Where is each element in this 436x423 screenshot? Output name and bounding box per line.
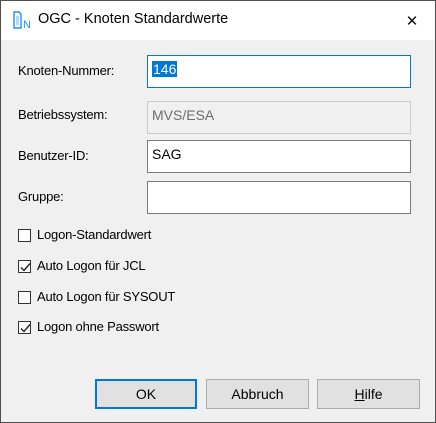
auto-logon-sysout-label: Auto Logon für SYSOUT — [37, 289, 176, 304]
auto-logon-jcl-label: Auto Logon für JCL — [37, 258, 146, 273]
svg-text:N: N — [23, 19, 31, 30]
node-number-value: 146 — [152, 61, 178, 77]
group-label: Gruppe: — [18, 189, 64, 204]
ok-button-label: OK — [135, 386, 157, 402]
cancel-button[interactable]: Abbruch — [206, 379, 309, 409]
operating-system-field: MVS/ESA — [147, 101, 411, 134]
ogc-node-icon: N — [13, 10, 35, 31]
operating-system-value: MVS/ESA — [152, 107, 215, 123]
logon-without-password-label: Logon ohne Passwort — [37, 319, 159, 334]
help-button-label: Hilfe — [354, 386, 382, 402]
window-title: OGC - Knoten Standardwerte — [38, 11, 229, 27]
user-id-input[interactable]: SAG — [147, 140, 411, 173]
cancel-button-label: Abbruch — [231, 386, 284, 402]
logon-default-checkbox[interactable] — [18, 229, 31, 242]
title-bar[interactable]: N OGC - Knoten Standardwerte ✕ — [1, 1, 435, 40]
user-id-value: SAG — [152, 146, 182, 162]
group-input[interactable] — [147, 181, 411, 214]
user-id-label: Benutzer-ID: — [18, 148, 89, 163]
close-icon: ✕ — [405, 12, 419, 30]
auto-logon-jcl-checkbox[interactable] — [18, 260, 31, 273]
help-button[interactable]: Hilfe — [317, 379, 420, 409]
help-mnemonic: H — [354, 386, 365, 402]
help-label-rest: ilfe — [364, 386, 383, 402]
ok-button[interactable]: OK — [95, 379, 197, 409]
logon-without-password-checkbox[interactable] — [18, 321, 31, 334]
operating-system-label: Betriebssystem: — [18, 107, 108, 122]
logon-default-label: Logon-Standardwert — [37, 227, 152, 242]
dialog-window: N OGC - Knoten Standardwerte ✕ Knoten-Nu… — [0, 0, 436, 423]
node-number-label: Knoten-Nummer: — [18, 63, 115, 78]
node-number-input[interactable]: 146 — [147, 55, 411, 88]
checkmark-icon — [20, 324, 31, 333]
checkmark-icon — [20, 263, 31, 272]
auto-logon-sysout-checkbox[interactable] — [18, 291, 31, 304]
close-button[interactable]: ✕ — [389, 1, 435, 40]
